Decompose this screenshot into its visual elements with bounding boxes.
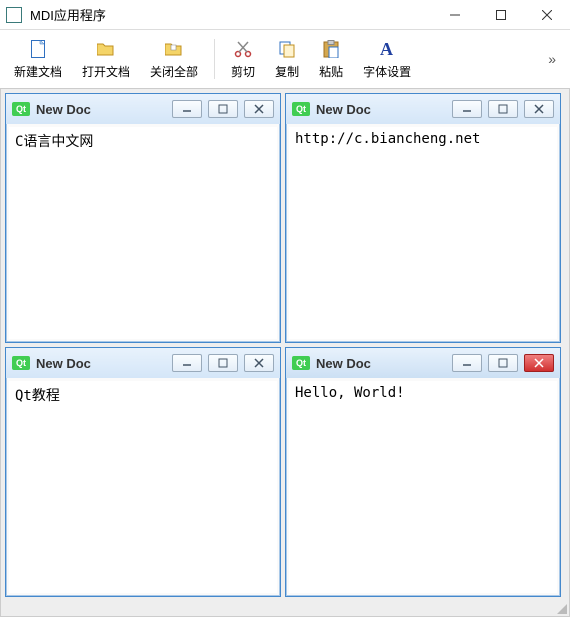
- qt-icon: Qt: [12, 356, 30, 370]
- close-all-icon: [165, 39, 183, 59]
- open-folder-icon: [97, 39, 115, 59]
- close-all-button[interactable]: 关闭全部: [140, 34, 208, 84]
- child-close-button[interactable]: [244, 100, 274, 118]
- child-titlebar[interactable]: Qt New Doc: [6, 348, 280, 378]
- mdi-area[interactable]: Qt New Doc C语言中文网 Qt New Doc http://c.bi…: [0, 88, 570, 617]
- child-maximize-button[interactable]: [208, 354, 238, 372]
- maximize-button[interactable]: [478, 0, 524, 30]
- child-titlebar[interactable]: Qt New Doc: [286, 348, 560, 378]
- open-doc-button[interactable]: 打开文档: [72, 34, 140, 84]
- child-text-area[interactable]: http://c.biancheng.net: [289, 127, 557, 339]
- new-doc-icon: [31, 39, 45, 59]
- toolbar-separator: [214, 39, 215, 79]
- child-close-button[interactable]: [524, 354, 554, 372]
- child-text-area[interactable]: Qt教程: [9, 381, 277, 593]
- child-text-area[interactable]: C语言中文网: [9, 127, 277, 339]
- toolbar: 新建文档 打开文档 关闭全部 剪切 复制 粘贴 A 字体设置 »: [0, 30, 570, 88]
- close-button[interactable]: [524, 0, 570, 30]
- copy-label: 复制: [275, 63, 299, 80]
- child-window[interactable]: Qt New Doc C语言中文网: [5, 93, 281, 343]
- child-window[interactable]: Qt New Doc Hello, World!: [285, 347, 561, 597]
- scissors-icon: [234, 39, 252, 59]
- main-titlebar: MDI应用程序: [0, 0, 570, 30]
- qt-icon: Qt: [292, 102, 310, 116]
- close-all-label: 关闭全部: [150, 63, 198, 80]
- toolbar-overflow-button[interactable]: »: [538, 51, 566, 67]
- paste-button[interactable]: 粘贴: [309, 34, 353, 84]
- child-minimize-button[interactable]: [452, 100, 482, 118]
- child-title: New Doc: [36, 102, 166, 117]
- child-close-button[interactable]: [244, 354, 274, 372]
- child-titlebar[interactable]: Qt New Doc: [6, 94, 280, 124]
- cut-label: 剪切: [231, 63, 255, 80]
- font-icon: A: [378, 39, 396, 59]
- font-settings-button[interactable]: A 字体设置: [353, 34, 421, 84]
- child-title: New Doc: [316, 356, 446, 371]
- new-doc-label: 新建文档: [14, 63, 62, 80]
- child-title: New Doc: [36, 356, 166, 371]
- open-doc-label: 打开文档: [82, 63, 130, 80]
- child-titlebar[interactable]: Qt New Doc: [286, 94, 560, 124]
- qt-icon: Qt: [292, 356, 310, 370]
- child-title: New Doc: [316, 102, 446, 117]
- cut-button[interactable]: 剪切: [221, 34, 265, 84]
- app-icon: [6, 7, 22, 23]
- paste-label: 粘贴: [319, 63, 343, 80]
- paste-icon: [323, 39, 339, 59]
- new-doc-button[interactable]: 新建文档: [4, 34, 72, 84]
- svg-text:A: A: [380, 40, 393, 58]
- child-close-button[interactable]: [524, 100, 554, 118]
- child-window[interactable]: Qt New Doc http://c.biancheng.net: [285, 93, 561, 343]
- child-maximize-button[interactable]: [488, 100, 518, 118]
- child-minimize-button[interactable]: [172, 354, 202, 372]
- window-title: MDI应用程序: [30, 5, 432, 24]
- qt-icon: Qt: [12, 102, 30, 116]
- resize-grip[interactable]: [555, 602, 567, 614]
- minimize-button[interactable]: [432, 0, 478, 30]
- child-maximize-button[interactable]: [488, 354, 518, 372]
- child-text-area[interactable]: Hello, World!: [289, 381, 557, 593]
- copy-icon: [278, 39, 296, 59]
- font-settings-label: 字体设置: [363, 63, 411, 80]
- child-maximize-button[interactable]: [208, 100, 238, 118]
- child-minimize-button[interactable]: [172, 100, 202, 118]
- copy-button[interactable]: 复制: [265, 34, 309, 84]
- child-window[interactable]: Qt New Doc Qt教程: [5, 347, 281, 597]
- child-minimize-button[interactable]: [452, 354, 482, 372]
